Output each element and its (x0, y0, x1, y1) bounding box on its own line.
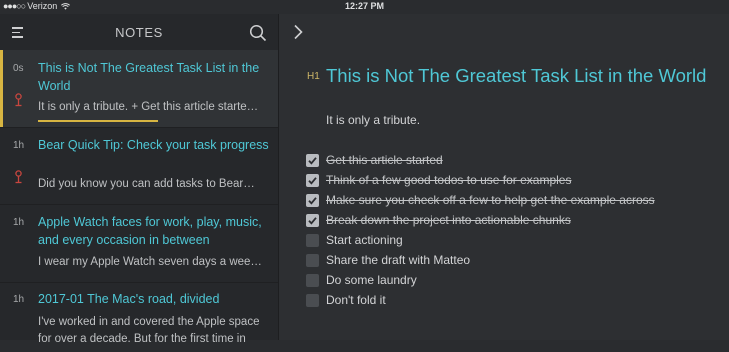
task-item: Think of a few good todos to use for exa… (306, 170, 655, 190)
note-list-item[interactable]: 1h 2017-01 The Mac's road, divided I've … (0, 282, 278, 352)
note-heading[interactable]: This is Not The Greatest Task List in th… (326, 65, 706, 87)
task-text[interactable]: Share the draft with Matteo (326, 253, 470, 267)
task-checkbox[interactable] (306, 233, 319, 247)
status-bar: ●●●○○ Verizon 12:27 PM (0, 0, 729, 14)
task-text[interactable]: Start actioning (326, 233, 403, 247)
status-time: 12:27 PM (344, 1, 385, 11)
sidebar-title: NOTES (115, 25, 163, 40)
task-checkbox[interactable] (306, 173, 319, 187)
note-title: Bear Quick Tip: Check your task progress (38, 138, 269, 152)
note-excerpt: It is only a tribute. + Get this article… (38, 101, 259, 113)
pin-icon (15, 170, 22, 184)
task-checkbox[interactable] (306, 253, 319, 267)
note-title: This is Not The Greatest Task List in th… (38, 61, 260, 93)
task-text[interactable]: Get this article started (326, 153, 443, 167)
task-checkbox[interactable] (306, 293, 319, 307)
note-list-item[interactable]: 1h Bear Quick Tip: Check your task progr… (0, 127, 278, 205)
note-excerpt: I've worked in and covered the Apple spa… (38, 316, 260, 345)
task-checkbox[interactable] (306, 193, 319, 207)
sidebar-header: NOTES (0, 14, 278, 50)
note-age: 1h (13, 217, 25, 228)
pin-icon (15, 93, 22, 107)
note-editor[interactable]: H1 This is Not The Greatest Task List in… (279, 14, 729, 340)
task-checkbox[interactable] (306, 153, 319, 167)
note-age: 1h (13, 294, 25, 305)
note-paragraph[interactable]: It is only a tribute. (326, 113, 420, 127)
task-item: Don't fold it (306, 290, 655, 310)
task-list: Get this article started Think of a few … (306, 150, 655, 310)
task-item: Start actioning (306, 230, 655, 250)
heading-marker: H1 (307, 71, 320, 82)
search-icon[interactable] (249, 24, 267, 42)
note-list-item[interactable]: 1h Apple Watch faces for work, play, mus… (0, 204, 278, 283)
task-item: Break down the project into actionable c… (306, 210, 655, 230)
task-checkbox[interactable] (306, 213, 319, 227)
task-item: Get this article started (306, 150, 655, 170)
task-text[interactable]: Break down the project into actionable c… (326, 213, 571, 227)
note-age: 1h (13, 140, 25, 151)
task-item: Do some laundry (306, 270, 655, 290)
edit-progress-line (38, 120, 158, 122)
task-item: Share the draft with Matteo (306, 250, 655, 270)
task-text[interactable]: Make sure you check off a few to help ge… (326, 193, 655, 207)
note-excerpt: Did you know you can add tasks to Bear… (38, 178, 255, 190)
notes-sidebar: NOTES 0s This is Not The Greatest Task L… (0, 14, 279, 345)
note-excerpt: I wear my Apple Watch seven days a wee… (38, 256, 262, 268)
task-text[interactable]: Do some laundry (326, 273, 417, 287)
task-checkbox[interactable] (306, 273, 319, 287)
task-text[interactable]: Don't fold it (326, 293, 386, 307)
chevron-right-icon[interactable] (293, 24, 303, 40)
selection-indicator (0, 50, 3, 127)
note-list-item[interactable]: 0s This is Not The Greatest Task List in… (0, 50, 278, 128)
task-item: Make sure you check off a few to help ge… (306, 190, 655, 210)
task-text[interactable]: Think of a few good todos to use for exa… (326, 173, 571, 187)
note-age: 0s (13, 63, 24, 74)
note-title: 2017-01 The Mac's road, divided (38, 292, 220, 306)
note-title: Apple Watch faces for work, play, music,… (38, 215, 262, 247)
